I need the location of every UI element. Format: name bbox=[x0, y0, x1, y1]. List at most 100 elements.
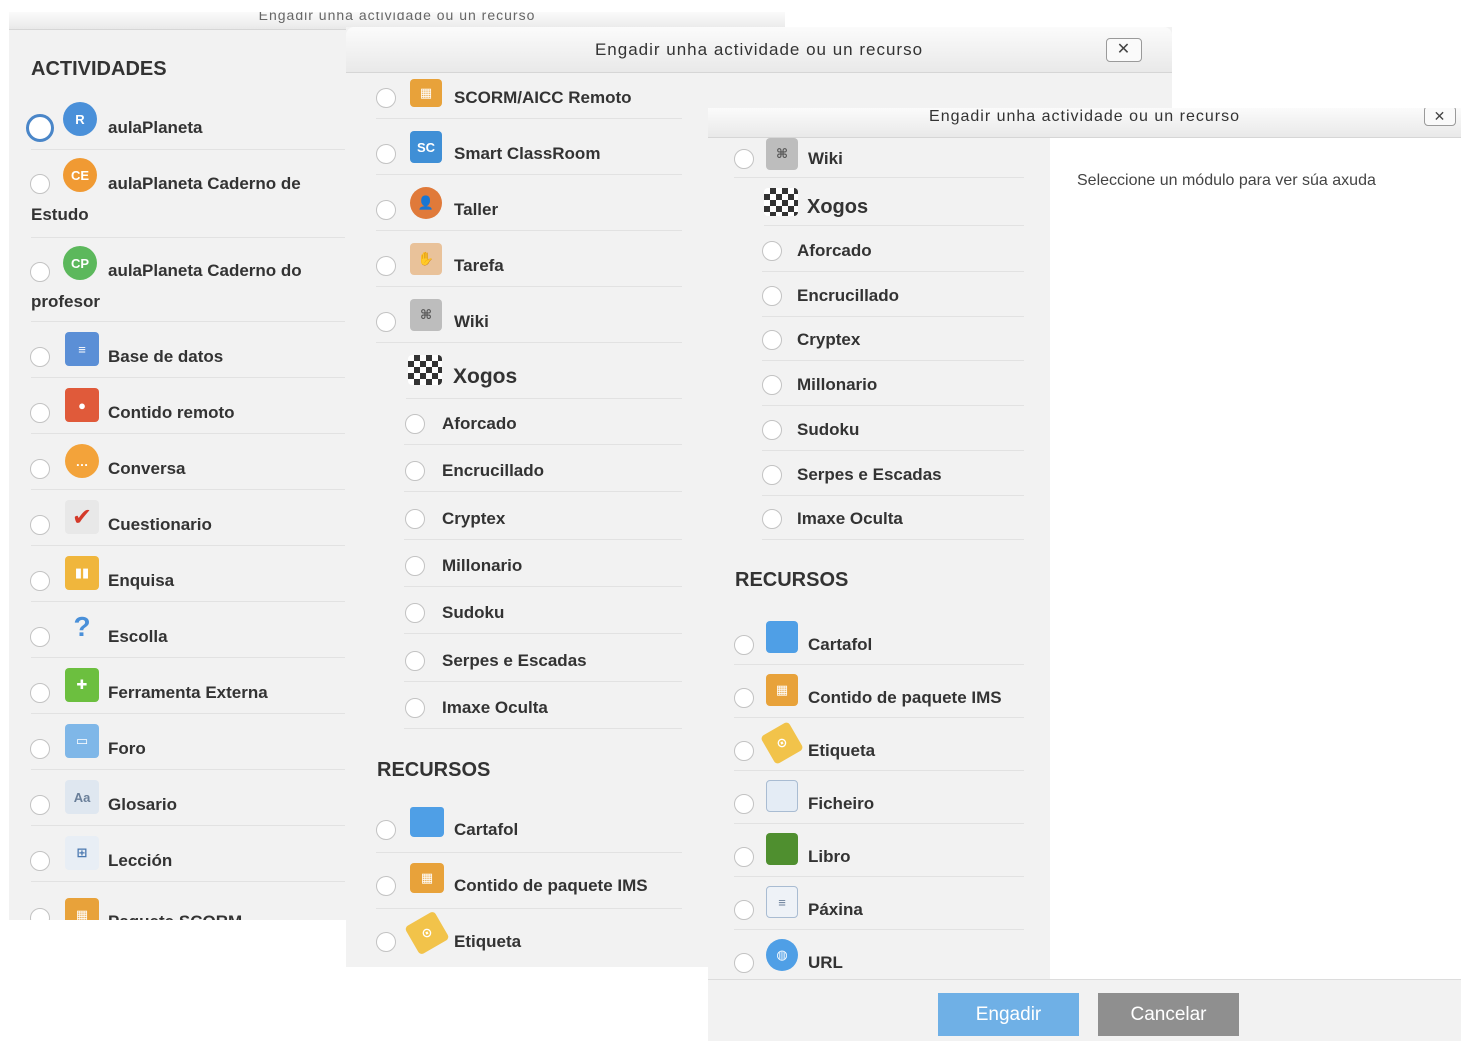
list-item-base-de-datos[interactable]: ≡ Base de datos bbox=[9, 324, 345, 378]
list-item-scorm-aicc-remoto[interactable]: ▦ SCORM/AICC Remoto bbox=[366, 73, 682, 119]
radio-resource[interactable] bbox=[734, 741, 754, 761]
radio-tarefa[interactable] bbox=[376, 256, 396, 276]
list-item-game[interactable]: Sudoku bbox=[762, 407, 1024, 451]
radio-game[interactable] bbox=[405, 603, 425, 624]
radio-contido-paquete-ims[interactable] bbox=[376, 876, 396, 896]
radio-base-de-datos[interactable] bbox=[30, 347, 50, 367]
radio-game[interactable] bbox=[405, 414, 425, 434]
radio-game[interactable] bbox=[405, 508, 425, 529]
list-item-game[interactable]: Imaxe Oculta bbox=[404, 683, 682, 729]
divider bbox=[31, 377, 345, 378]
radio-wiki[interactable] bbox=[734, 149, 754, 169]
list-item-game[interactable]: Millonario bbox=[762, 362, 1024, 407]
list-item-game[interactable]: Aforcado bbox=[762, 228, 1024, 272]
radio-taller[interactable] bbox=[376, 200, 396, 220]
list-item-foro[interactable]: ▭ Foro bbox=[9, 716, 345, 770]
list-item-leccion[interactable]: ⊞ Lección bbox=[9, 828, 345, 882]
radio-leccion[interactable] bbox=[30, 851, 50, 871]
radio-game[interactable] bbox=[762, 509, 782, 530]
cancel-button[interactable]: Cancelar bbox=[1098, 993, 1239, 1036]
list-item-paquete-scorm[interactable]: ▦ Paquete SCORM bbox=[9, 884, 345, 920]
list-item-resource[interactable]: Cartafol bbox=[728, 613, 1024, 665]
radio-game[interactable] bbox=[405, 697, 425, 718]
radio-contido-remoto[interactable] bbox=[30, 403, 50, 423]
radio-conversa[interactable] bbox=[30, 459, 50, 479]
list-item-contido-remoto[interactable]: ● Contido remoto bbox=[9, 380, 345, 434]
radio-game[interactable] bbox=[405, 650, 425, 671]
radio-paquete-scorm[interactable] bbox=[30, 908, 50, 920]
list-item-wiki[interactable]: ⌘ Wiki bbox=[366, 289, 682, 343]
radio-game[interactable] bbox=[762, 419, 782, 440]
panel-2-titlebar: Engadir unha actividade ou un recurso ✕ bbox=[346, 27, 1172, 73]
radio-game[interactable] bbox=[405, 555, 425, 576]
list-item-tarefa[interactable]: ✋ Tarefa bbox=[366, 233, 682, 287]
list-item-resource[interactable]: Ficheiro bbox=[728, 772, 1024, 824]
radio-game[interactable] bbox=[762, 330, 782, 351]
list-item-smart-classroom[interactable]: SC Smart ClassRoom bbox=[366, 121, 682, 175]
list-item-taller[interactable]: 👤 Taller bbox=[366, 177, 682, 231]
radio-smart-classroom[interactable] bbox=[376, 144, 396, 164]
close-icon[interactable]: ✕ bbox=[1106, 38, 1142, 62]
list-item-game[interactable]: Millonario bbox=[404, 541, 682, 587]
radio-game[interactable] bbox=[762, 464, 782, 485]
radio-resource[interactable] bbox=[734, 635, 754, 655]
radio-aulaplaneta[interactable] bbox=[26, 114, 54, 142]
list-item-etiqueta[interactable]: ⊙ Etiqueta bbox=[366, 910, 682, 967]
radio-foro[interactable] bbox=[30, 739, 50, 759]
panel-2-title: Engadir unha actividade ou un recurso bbox=[594, 40, 924, 59]
item-label: Tarefa bbox=[454, 256, 504, 275]
list-item-cartafol[interactable]: Cartafol bbox=[366, 799, 682, 853]
radio-resource[interactable] bbox=[734, 794, 754, 814]
item-label: Escolla bbox=[108, 627, 168, 646]
list-item-game[interactable]: Imaxe Oculta bbox=[762, 496, 1024, 541]
radio-resource[interactable] bbox=[734, 953, 754, 973]
radio-enquisa[interactable] bbox=[30, 571, 50, 591]
radio-game[interactable] bbox=[405, 461, 425, 482]
radio-ferramenta-externa[interactable] bbox=[30, 683, 50, 703]
list-item-game[interactable]: Cryptex bbox=[762, 317, 1024, 362]
list-item-wiki[interactable]: ⌘ Wiki bbox=[728, 138, 1024, 178]
list-item-aulaplaneta-caderno-estudo[interactable]: CE aulaPlaneta Caderno de Estudo bbox=[9, 152, 345, 238]
list-item-resource[interactable]: ≡ Páxina bbox=[728, 878, 1024, 930]
list-item-game[interactable]: Cryptex bbox=[404, 494, 682, 540]
folder-icon bbox=[766, 621, 798, 653]
list-item-game[interactable]: Serpes e Escadas bbox=[762, 452, 1024, 496]
radio-resource[interactable] bbox=[734, 847, 754, 867]
radio-game[interactable] bbox=[762, 241, 782, 261]
list-item-resource[interactable]: ⊙ Etiqueta bbox=[728, 719, 1024, 771]
list-item-ferramenta-externa[interactable]: ✚ Ferramenta Externa bbox=[9, 660, 345, 714]
radio-escolla[interactable] bbox=[30, 627, 50, 647]
list-item-game[interactable]: Serpes e Escadas bbox=[404, 636, 682, 682]
close-icon[interactable]: ✕ bbox=[1424, 108, 1456, 126]
add-button[interactable]: Engadir bbox=[938, 993, 1079, 1036]
item-label: Lección bbox=[108, 851, 173, 870]
help-text: Seleccione un módulo para ver súa axuda bbox=[1077, 172, 1376, 189]
file-icon bbox=[766, 780, 798, 812]
divider bbox=[404, 680, 682, 682]
list-item-resource[interactable]: ▦ Contido de paquete IMS bbox=[728, 666, 1024, 718]
radio-game[interactable] bbox=[762, 375, 782, 396]
list-item-game[interactable]: Encrucillado bbox=[404, 446, 682, 493]
radio-wiki[interactable] bbox=[376, 312, 396, 332]
radio-scorm-aicc[interactable] bbox=[376, 88, 396, 108]
list-item-game[interactable]: Aforcado bbox=[404, 399, 682, 445]
list-item-resource[interactable]: ◍ URL bbox=[728, 931, 1024, 983]
list-item-escolla[interactable]: ? Escolla bbox=[9, 604, 345, 658]
list-item-enquisa[interactable]: ▮▮ Enquisa bbox=[9, 548, 345, 602]
list-item-glosario[interactable]: Aa Glosario bbox=[9, 772, 345, 826]
radio-glosario[interactable] bbox=[30, 795, 50, 815]
list-item-aulaplaneta[interactable]: R aulaPlaneta bbox=[9, 94, 345, 150]
list-item-resource[interactable]: Libro bbox=[728, 825, 1024, 877]
list-item-aulaplaneta-caderno-profesor[interactable]: CP aulaPlaneta Caderno do profesor bbox=[9, 240, 345, 322]
radio-game[interactable] bbox=[762, 285, 782, 306]
list-item-cuestionario[interactable]: ✔ Cuestionario bbox=[9, 492, 345, 546]
radio-etiqueta[interactable] bbox=[376, 932, 396, 952]
radio-resource[interactable] bbox=[734, 900, 754, 920]
list-item-game[interactable]: Encrucillado bbox=[762, 273, 1024, 317]
radio-cuestionario[interactable] bbox=[30, 515, 50, 535]
list-item-conversa[interactable]: … Conversa bbox=[9, 436, 345, 490]
list-item-game[interactable]: Sudoku bbox=[404, 588, 682, 635]
radio-cartafol[interactable] bbox=[376, 820, 396, 840]
radio-resource[interactable] bbox=[734, 688, 754, 708]
list-item-contido-paquete-ims[interactable]: ▦ Contido de paquete IMS bbox=[366, 855, 682, 909]
